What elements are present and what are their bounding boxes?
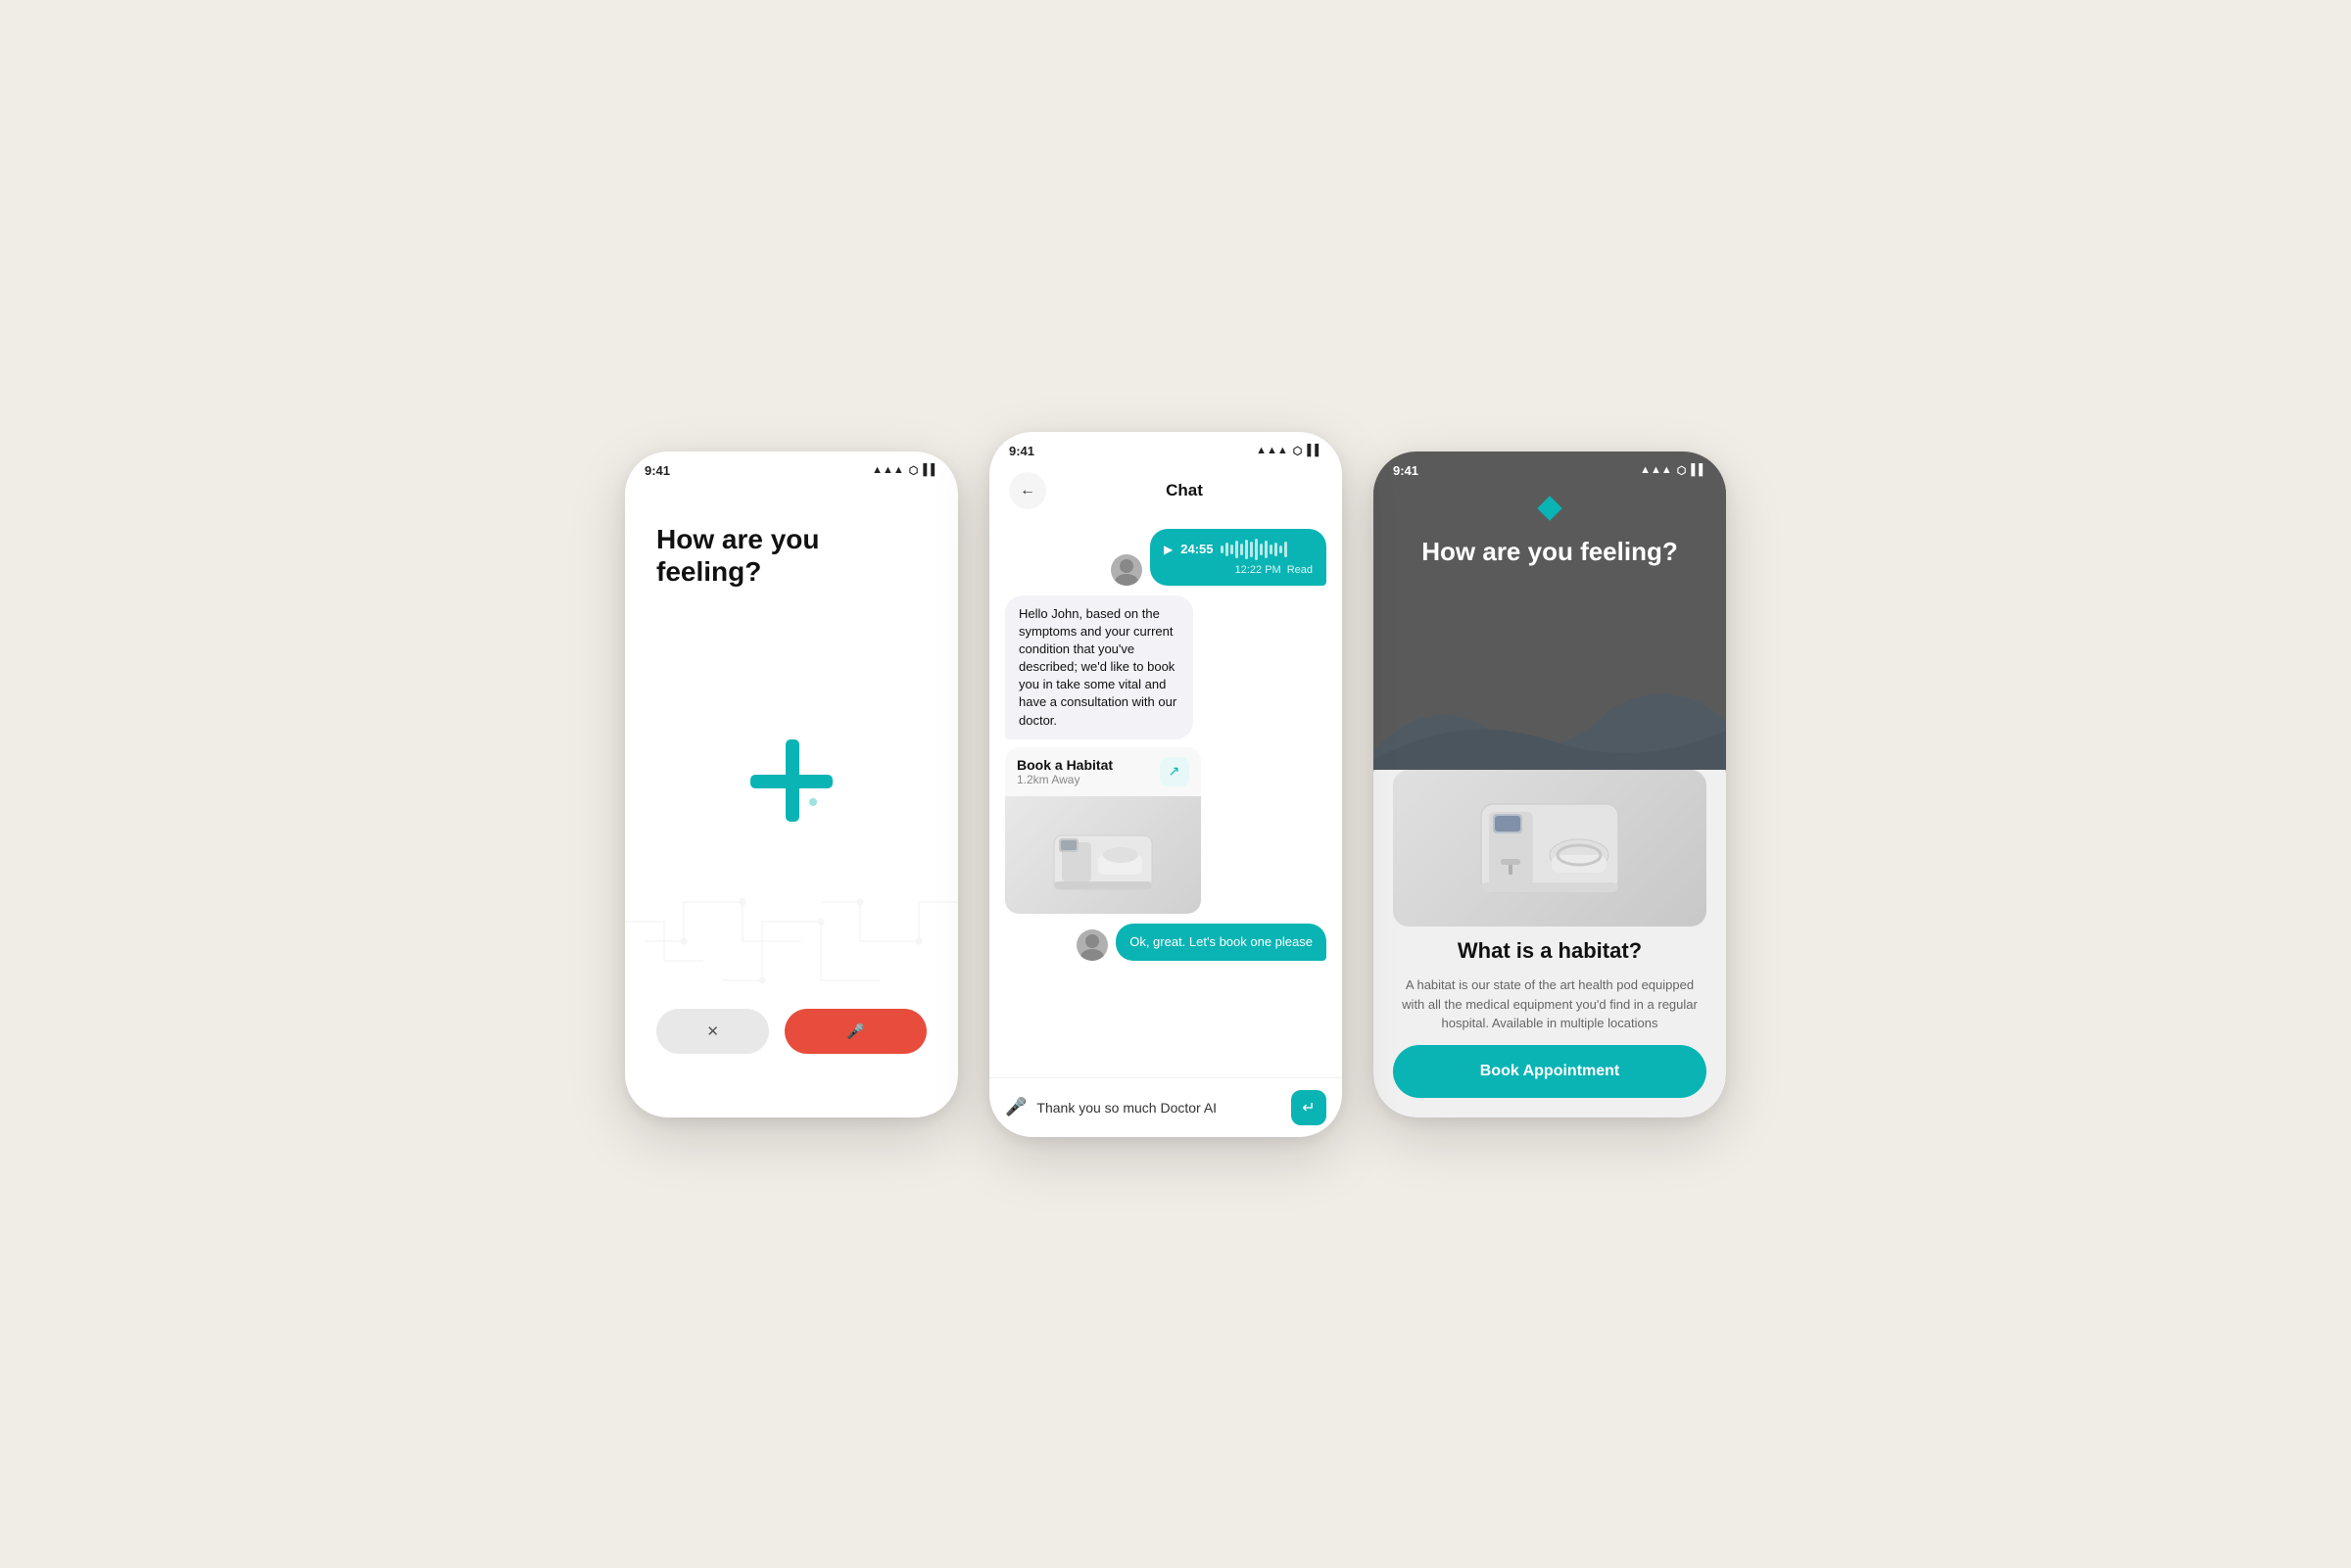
mic-icon: 🎤 <box>846 1022 865 1040</box>
mic-button[interactable]: 🎤 <box>785 1009 927 1054</box>
habitat-card[interactable]: Book a Habitat 1.2km Away ↗ <box>1005 747 1201 914</box>
phone1-content: How are you feeling? <box>625 484 958 1101</box>
wave-bar <box>1245 540 1248 559</box>
signal-icon-2: ▲▲▲ <box>1256 445 1288 456</box>
wave-decoration <box>1373 672 1726 770</box>
phone-2: 9:41 ▲▲▲ ⬡ ▌▌ ← Chat ▶ 24:55 <box>989 432 1342 1137</box>
what-is-habitat-title: What is a habitat? <box>1393 938 1706 964</box>
wifi-icon-2: ⬡ <box>1293 445 1303 457</box>
audio-top: ▶ 24:55 <box>1164 539 1313 560</box>
wave-bar <box>1255 539 1258 560</box>
phone-1: 9:41 ▲▲▲ ⬡ ▌▌ How are you feeling? <box>625 451 958 1117</box>
chat-title: Chat <box>1046 481 1322 500</box>
phone3-top-section: How are you feeling? <box>1373 484 1726 771</box>
audio-read-status: Read <box>1287 564 1313 576</box>
chat-input-field[interactable] <box>1036 1100 1281 1116</box>
chat-messages: ▶ 24:55 <box>989 521 1342 1077</box>
received-message-row: Hello John, based on the symptoms and yo… <box>1005 595 1326 914</box>
status-bar-1: 9:41 ▲▲▲ ⬡ ▌▌ <box>625 451 958 484</box>
habitat-card-header: Book a Habitat 1.2km Away ↗ <box>1005 747 1201 796</box>
habitat-pod-large-icon <box>1471 784 1628 912</box>
wave-bar <box>1235 541 1238 558</box>
play-icon[interactable]: ▶ <box>1164 543 1173 556</box>
cancel-button[interactable]: ✕ <box>656 1009 769 1054</box>
habitat-card-info: Book a Habitat 1.2km Away <box>1017 757 1113 786</box>
chat-input-bar: 🎤 ↵ <box>989 1077 1342 1137</box>
wave-bar <box>1221 546 1223 553</box>
battery-icon-3: ▌▌ <box>1691 464 1706 476</box>
sent-bubble: Ok, great. Let's book one please <box>1116 924 1326 961</box>
wave-bar <box>1265 541 1268 558</box>
phone1-logo-area <box>656 569 927 993</box>
battery-icon: ▌▌ <box>923 464 938 476</box>
wave-bar <box>1260 544 1263 555</box>
status-icons-3: ▲▲▲ ⬡ ▌▌ <box>1640 464 1706 477</box>
wave-bar <box>1240 544 1243 555</box>
external-link-icon: ↗ <box>1169 763 1180 780</box>
wave-bar <box>1250 542 1253 557</box>
audio-meta: 12:22 PM Read <box>1164 564 1313 576</box>
habitat-description: A habitat is our state of the art health… <box>1393 975 1706 1033</box>
status-time-1: 9:41 <box>645 463 670 478</box>
habitat-link-button[interactable]: ↗ <box>1160 757 1189 786</box>
wave-bar <box>1279 546 1282 553</box>
status-time-3: 9:41 <box>1393 463 1418 478</box>
back-icon: ← <box>1020 482 1035 499</box>
audio-timestamp: 12:22 PM <box>1235 564 1281 576</box>
signal-icon-3: ▲▲▲ <box>1640 464 1672 476</box>
user-avatar <box>1111 554 1142 586</box>
waveform <box>1221 539 1313 560</box>
send-button[interactable]: ↵ <box>1291 1090 1326 1125</box>
status-bar-2: 9:41 ▲▲▲ ⬡ ▌▌ <box>989 432 1342 464</box>
received-bubble: Hello John, based on the symptoms and yo… <box>1005 595 1193 739</box>
wave-bar <box>1270 545 1272 554</box>
send-icon: ↵ <box>1302 1098 1315 1117</box>
received-message-group: Hello John, based on the symptoms and yo… <box>1005 595 1256 914</box>
habitat-card-title: Book a Habitat <box>1017 757 1113 773</box>
mic-icon-input: 🎤 <box>1005 1097 1027 1117</box>
battery-icon-2: ▌▌ <box>1307 445 1322 456</box>
habitat-card-distance: 1.2km Away <box>1017 773 1113 786</box>
habitat-card-image <box>1005 796 1201 914</box>
sent-message-row: Ok, great. Let's book one please <box>1005 924 1326 961</box>
pod-illustration <box>1044 811 1162 899</box>
diamond-decoration <box>1537 496 1561 520</box>
chat-header: ← Chat <box>989 464 1342 521</box>
audio-bubble: ▶ 24:55 <box>1150 529 1326 586</box>
wifi-icon-3: ⬡ <box>1677 464 1687 477</box>
phone-3: 9:41 ▲▲▲ ⬡ ▌▌ How are you feeling? <box>1373 451 1726 1117</box>
plus-logo-icon <box>743 732 840 830</box>
wifi-icon: ⬡ <box>909 464 919 477</box>
phone1-bottom-bar: ✕ 🎤 <box>656 993 927 1077</box>
habitat-large-image <box>1393 770 1706 927</box>
back-button[interactable]: ← <box>1009 472 1046 509</box>
wave-bar <box>1225 543 1228 556</box>
phone3-title: How are you feeling? <box>1393 537 1706 567</box>
audio-message-row: ▶ 24:55 <box>1005 529 1326 586</box>
wave-bar <box>1230 545 1233 554</box>
status-bar-3: 9:41 ▲▲▲ ⬡ ▌▌ <box>1373 451 1726 484</box>
status-icons-1: ▲▲▲ ⬡ ▌▌ <box>872 464 938 477</box>
user-avatar-2 <box>1077 929 1108 961</box>
status-time-2: 9:41 <box>1009 444 1034 458</box>
app-scene: 9:41 ▲▲▲ ⬡ ▌▌ How are you feeling? <box>588 432 1763 1137</box>
signal-icon: ▲▲▲ <box>872 464 904 476</box>
wave-bar <box>1284 542 1287 557</box>
audio-duration: 24:55 <box>1180 542 1213 556</box>
wave-bar <box>1274 543 1277 556</box>
status-icons-2: ▲▲▲ ⬡ ▌▌ <box>1256 445 1322 457</box>
book-appointment-button[interactable]: Book Appointment <box>1393 1045 1706 1098</box>
phone3-bottom-section: What is a habitat? A habitat is our stat… <box>1373 750 1726 1117</box>
